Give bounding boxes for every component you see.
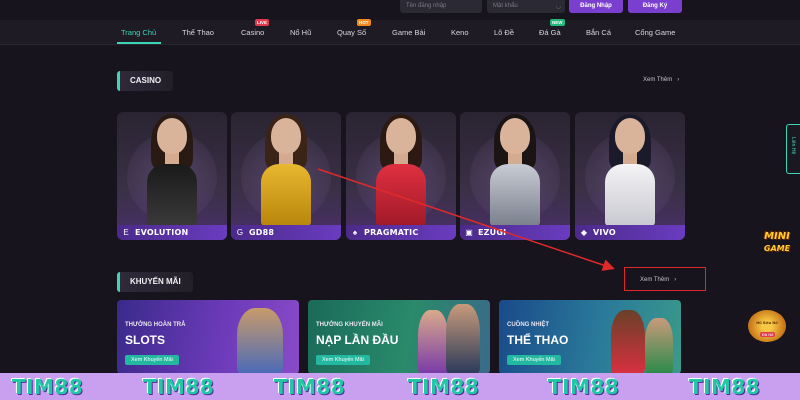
contact-side-tab[interactable]: Liên Hệ xyxy=(786,124,800,174)
watermark-band: TIM88 TIM88 TIM88 TIM88 TIM88 TIM88 xyxy=(0,373,800,400)
mini-game-logo-line1: MINI xyxy=(764,231,790,242)
watermark-text: TIM88 xyxy=(274,375,346,399)
watermark-text: TIM88 xyxy=(548,375,620,399)
mini-game-widget[interactable]: MINI GAME xyxy=(754,218,800,264)
jackpot-label: Hũ Siêu Nổ xyxy=(756,320,778,325)
watermark-text: TIM88 xyxy=(408,375,480,399)
jackpot-widget[interactable]: Hũ Siêu Nổ Đã Nổ xyxy=(748,310,786,342)
annotation-highlight-box xyxy=(624,267,706,291)
mini-game-logo-line2: GAME xyxy=(763,244,791,253)
jackpot-badge: Đã Nổ xyxy=(760,332,776,337)
annotation-arrow xyxy=(317,168,615,271)
watermark-text: TIM88 xyxy=(689,375,761,399)
watermark-text: TIM88 xyxy=(12,375,84,399)
watermark-text: TIM88 xyxy=(143,375,215,399)
contact-tab-label: Liên Hệ xyxy=(790,137,796,155)
